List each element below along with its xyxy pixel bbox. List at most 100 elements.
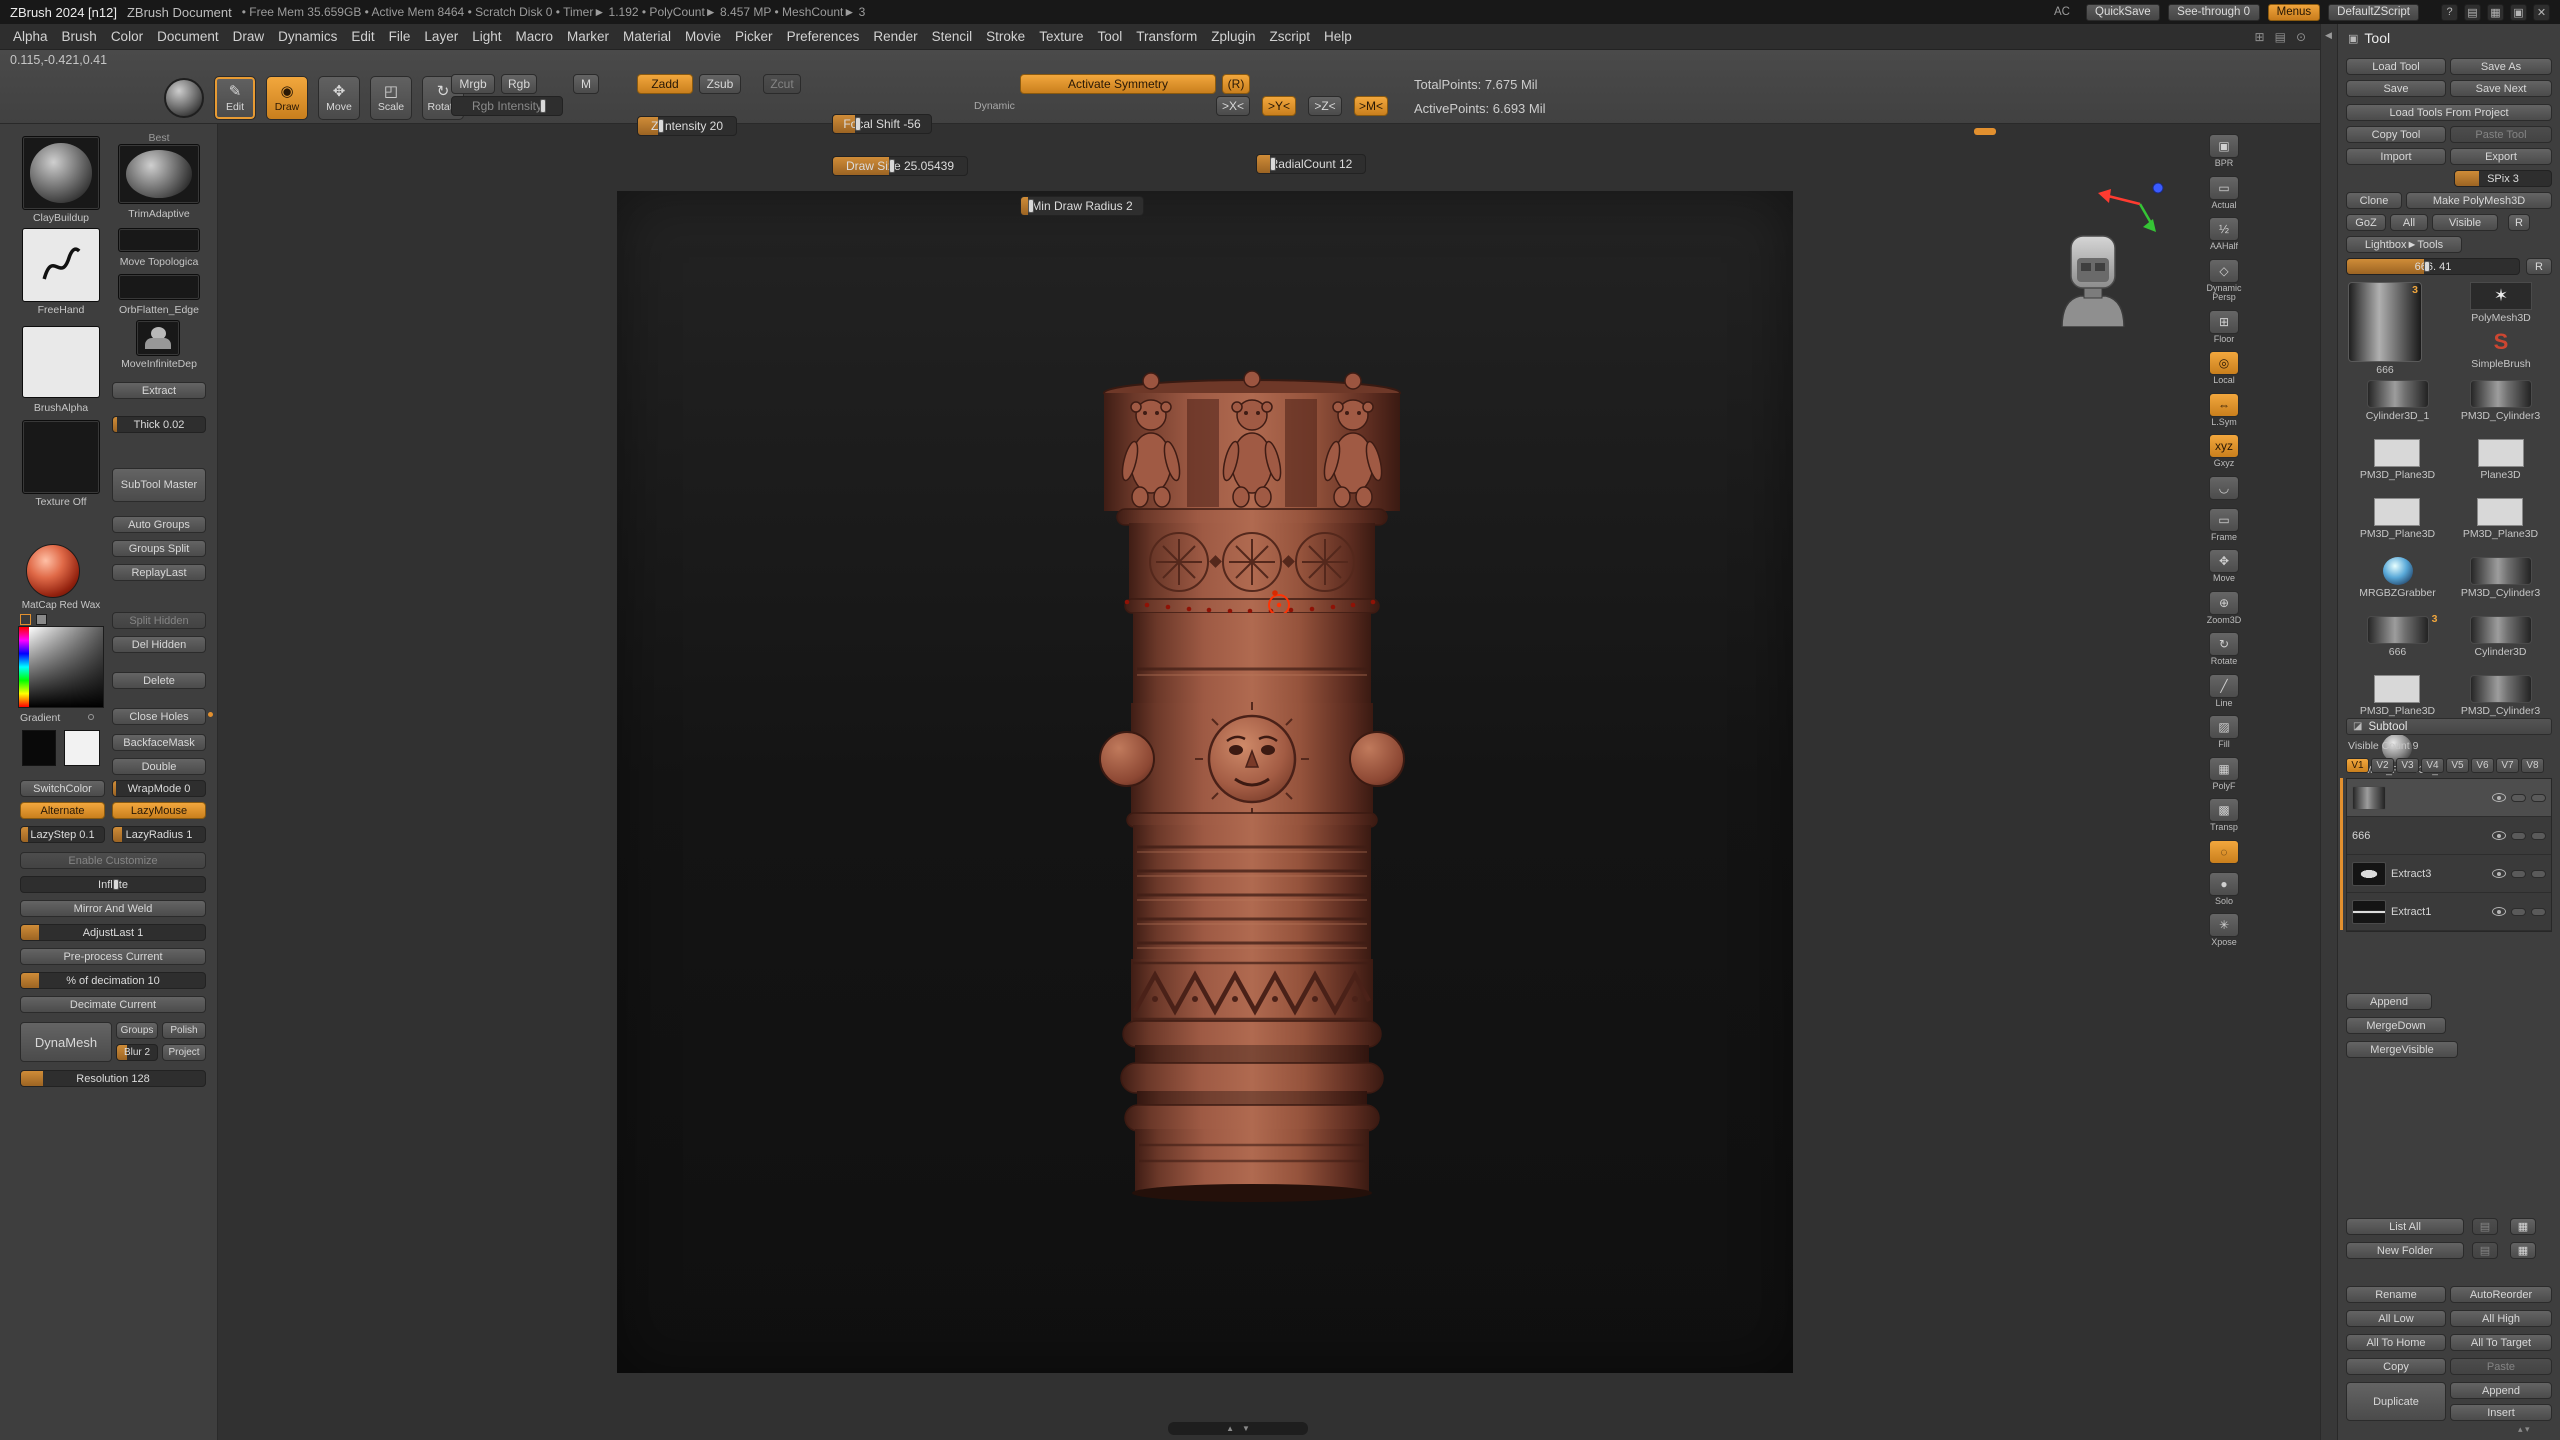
subtool-row-extract3[interactable]: Extract3 [2347, 855, 2551, 893]
folder-icon-button-dim[interactable]: ▤ [2472, 1242, 2498, 1259]
append-small-button[interactable]: Append [2450, 1382, 2552, 1399]
sculpt-toggle-icon[interactable] [2511, 908, 2526, 916]
shelf-divider-handle[interactable] [1974, 128, 1996, 135]
layout-icon[interactable]: ▤ [2275, 30, 2286, 44]
paint-toggle-icon[interactable] [2531, 908, 2546, 916]
tool-pm3d-plane3d[interactable]: PM3D_Plane3D [2463, 498, 2538, 540]
radial-count-knob[interactable] [1270, 157, 1276, 171]
mirror-and-weld-button[interactable]: Mirror And Weld [20, 900, 206, 917]
goz-r-button[interactable]: R [2508, 214, 2530, 231]
draw-mode-button[interactable]: ◉Draw [266, 76, 308, 120]
menu-movie[interactable]: Movie [678, 26, 728, 47]
lazy-radius-slider[interactable]: LazyRadius 1 [112, 826, 206, 843]
decimate-current-button[interactable]: Decimate Current [20, 996, 206, 1013]
panel-scroll-arrows[interactable]: ▴ ▾ [2518, 1424, 2530, 1435]
save-button[interactable]: Save [2346, 80, 2446, 97]
menu-zplugin[interactable]: Zplugin [1204, 26, 1262, 47]
ac-button[interactable]: AC [2046, 4, 2078, 21]
menu-stencil[interactable]: Stencil [925, 26, 980, 47]
tool-cylinder3d[interactable]: Cylinder3D [2470, 616, 2532, 658]
delete-button[interactable]: Delete [112, 672, 206, 689]
tool-slider-r-button[interactable]: R [2526, 258, 2552, 275]
dynamic-persp-shelf-item[interactable]: ◇Dynamic Persp [2200, 259, 2248, 303]
z-intensity-slider[interactable]: Z Intensity 20 [637, 116, 737, 136]
merge-down-button[interactable]: MergeDown [2346, 1017, 2446, 1034]
tool-pm3d-cylinder3[interactable]: PM3D_Cylinder3 [2461, 557, 2540, 599]
color-picker[interactable] [18, 626, 104, 708]
zsub-button[interactable]: Zsub [699, 74, 741, 94]
collapse-arrow-icon[interactable]: ◀ [2325, 30, 2332, 41]
scale-mode-button[interactable]: ◰Scale [370, 76, 412, 120]
split-hidden-button[interactable]: Split Hidden [112, 612, 206, 629]
panel-divider[interactable]: ◀ [2320, 24, 2338, 1440]
lazy-mouse-button[interactable]: LazyMouse [112, 802, 206, 819]
list-icon-button[interactable]: ▦ [2510, 1218, 2536, 1235]
close-icon[interactable]: ✕ [2533, 4, 2550, 21]
subtool-tab-v7[interactable]: V7 [2496, 758, 2519, 773]
tool-pm3d-plane3d[interactable]: PM3D_Plane3D [2360, 675, 2435, 717]
axis-orientation-gizmo[interactable] [2094, 176, 2180, 238]
radial-symmetry-button[interactable]: (R) [1222, 74, 1250, 94]
tool-simplebrush[interactable]: S SimpleBrush [2450, 328, 2552, 370]
actual-shelf-item[interactable]: ▭Actual [2200, 176, 2248, 211]
sculpt-toggle-icon[interactable] [2511, 832, 2526, 840]
brush-thumb-orbflatten[interactable] [118, 274, 200, 300]
switch-color-button[interactable]: SwitchColor [20, 780, 105, 797]
transp-shelf-item[interactable]: ▩Transp [2200, 798, 2248, 833]
gradient-toggle-dot[interactable] [88, 714, 94, 720]
ghost-shelf-item[interactable]: ◌ [2200, 840, 2248, 865]
paint-toggle-icon[interactable] [2531, 832, 2546, 840]
tool-pm3d-plane3d[interactable]: PM3D_Plane3D [2360, 498, 2435, 540]
visibility-eye-icon[interactable] [2492, 831, 2506, 840]
best-label[interactable]: Best [112, 132, 206, 144]
zcut-button[interactable]: Zcut [763, 74, 801, 94]
zoom3d-shelf-item[interactable]: ⊕Zoom3D [2200, 591, 2248, 626]
paste-button[interactable]: Paste [2450, 1358, 2552, 1375]
wrap-mode-slider[interactable]: WrapMode 0 [112, 780, 206, 797]
main-color-swatch[interactable] [22, 730, 56, 766]
gradient-toggle-label[interactable]: Gradient [20, 712, 90, 724]
fill-shelf-item[interactable]: ▨Fill [2200, 715, 2248, 750]
clone-button[interactable]: Clone [2346, 192, 2402, 209]
mrgb-button[interactable]: Mrgb [451, 74, 495, 94]
min-draw-radius-knob[interactable] [1028, 199, 1034, 213]
menu-alpha[interactable]: Alpha [6, 26, 55, 47]
radial-count-slider[interactable]: RadialCount 12 [1256, 154, 1366, 174]
adjust-last-slider[interactable]: AdjustLast 1 [20, 924, 206, 941]
replay-last-button[interactable]: ReplayLast [112, 564, 206, 581]
all-low-button[interactable]: All Low [2346, 1310, 2446, 1327]
line-shelf-item[interactable]: ╱Line [2200, 674, 2248, 709]
extract-button[interactable]: Extract [112, 382, 206, 399]
dynamesh-button[interactable]: DynaMesh [20, 1022, 112, 1062]
brush-thumb-moveinfinitedepth[interactable] [136, 320, 180, 356]
texture-thumb[interactable] [22, 420, 100, 494]
tool-mrgbzgrabber[interactable]: MRGBZGrabber [2359, 557, 2435, 599]
menu-stroke[interactable]: Stroke [979, 26, 1032, 47]
tool-polymesh3d[interactable]: ✶ PolyMesh3D [2450, 282, 2552, 324]
bpr-shelf-item[interactable]: ▣BPR [2200, 134, 2248, 169]
menu-marker[interactable]: Marker [560, 26, 616, 47]
subtool-row-extract1[interactable]: Extract1 [2347, 893, 2551, 931]
dynamesh-blur-slider[interactable]: Blur 2 [116, 1044, 158, 1061]
subtool-tab-v8[interactable]: V8 [2521, 758, 2544, 773]
rotate-shelf-item[interactable]: ↻Rotate [2200, 632, 2248, 667]
edit-mode-button[interactable]: ✎Edit [214, 76, 256, 120]
decimation-percent-slider[interactable]: % of decimation 10 [20, 972, 206, 989]
subtool-tab-v5[interactable]: V5 [2446, 758, 2469, 773]
menu-texture[interactable]: Texture [1032, 26, 1090, 47]
hue-strip[interactable] [19, 627, 29, 707]
z-intensity-knob[interactable] [658, 119, 664, 133]
canvas-scroll-handle[interactable]: ▲ ▼ [1168, 1422, 1308, 1435]
tool-pm3d-cylinder3[interactable]: PM3D_Cylinder3 [2461, 675, 2540, 717]
menu-color[interactable]: Color [104, 26, 150, 47]
subtool-tab-v4[interactable]: V4 [2421, 758, 2444, 773]
xpose-shelf-item[interactable]: ✳Xpose [2200, 913, 2248, 948]
duplicate-button[interactable]: Duplicate [2346, 1382, 2446, 1421]
import-button[interactable]: Import [2346, 148, 2446, 165]
secondary-color-swatch[interactable] [36, 614, 47, 625]
dynamesh-polish-button[interactable]: Polish [162, 1022, 206, 1039]
subtool-tab-v6[interactable]: V6 [2471, 758, 2494, 773]
menu-transform[interactable]: Transform [1129, 26, 1204, 47]
menu-edit[interactable]: Edit [344, 26, 381, 47]
visibility-eye-icon[interactable] [2492, 907, 2506, 916]
